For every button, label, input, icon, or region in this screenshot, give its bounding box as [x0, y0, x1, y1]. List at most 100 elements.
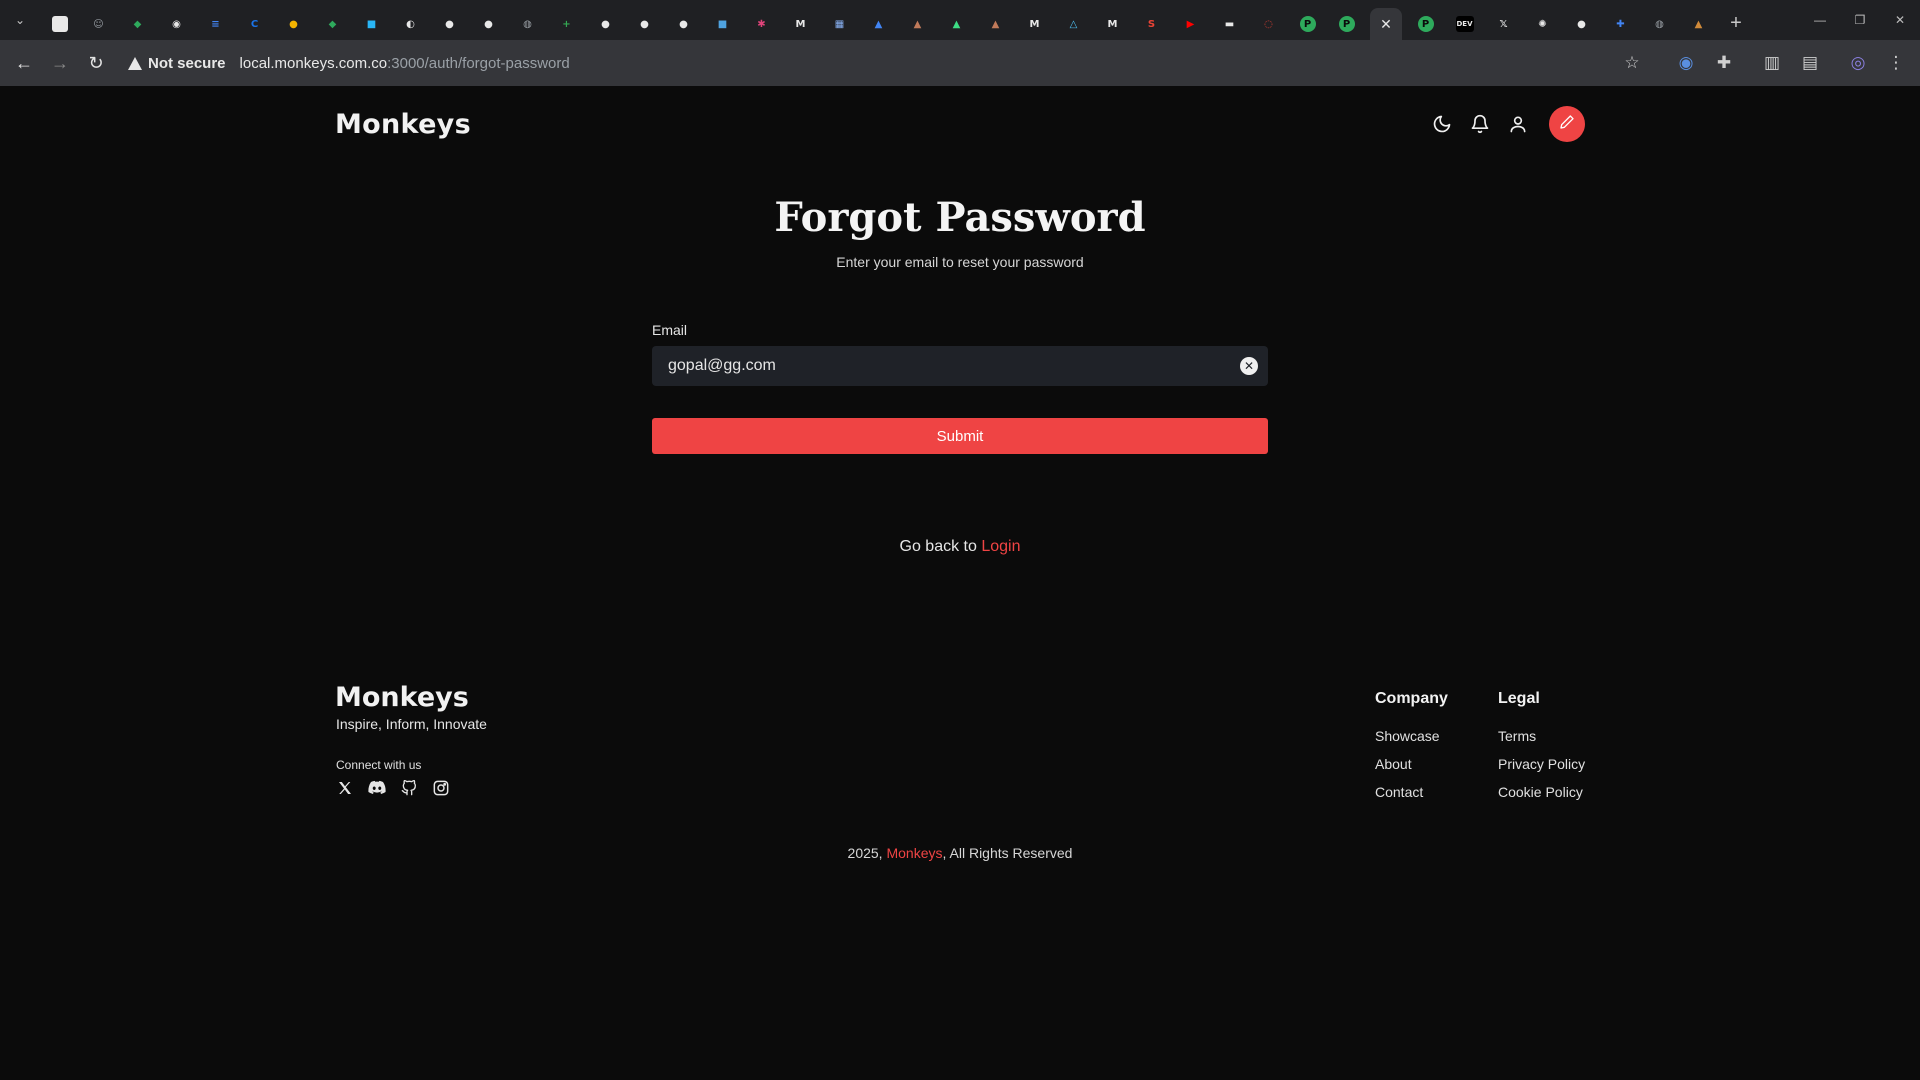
- go-back-prefix: Go back to: [899, 538, 977, 555]
- footer-link-about[interactable]: About: [1375, 756, 1448, 772]
- browser-tab[interactable]: M: [1093, 8, 1132, 40]
- address-bar[interactable]: Not secure local.monkeys.com.co:3000/aut…: [128, 46, 1616, 80]
- back-icon[interactable]: ←: [6, 45, 42, 81]
- github-icon: ●: [640, 18, 649, 30]
- email-field[interactable]: [652, 346, 1268, 386]
- browser-tab[interactable]: ▲: [976, 8, 1015, 40]
- browser-tab[interactable]: ◍: [1640, 8, 1679, 40]
- footer-link-privacy[interactable]: Privacy Policy: [1498, 756, 1585, 772]
- browser-tab[interactable]: ◉: [157, 8, 196, 40]
- submit-button[interactable]: Submit: [652, 418, 1268, 454]
- browser-tab[interactable]: ●: [625, 8, 664, 40]
- clear-input-icon[interactable]: ✕: [1240, 357, 1258, 375]
- android-icon: ▲: [952, 18, 961, 30]
- reading-mode-icon[interactable]: ▥: [1756, 47, 1788, 79]
- browser-tab[interactable]: P: [1288, 8, 1327, 40]
- tab-search-dropdown-icon[interactable]: ⌄: [0, 0, 40, 40]
- browser-tab[interactable]: ◍: [508, 8, 547, 40]
- restore-icon[interactable]: ❐: [1840, 0, 1880, 40]
- x-icon: 𝕏: [1499, 18, 1508, 30]
- browser-tab[interactable]: ●: [469, 8, 508, 40]
- copyright-suffix: , All Rights Reserved: [942, 845, 1073, 861]
- bookmark-star-icon[interactable]: ☆: [1616, 47, 1648, 79]
- x-twitter-icon[interactable]: [335, 778, 355, 798]
- browser-tab[interactable]: ●: [664, 8, 703, 40]
- instagram-icon[interactable]: [431, 778, 451, 798]
- browser-tab[interactable]: ◐: [391, 8, 430, 40]
- legal-heading: Legal: [1498, 690, 1540, 707]
- browser-tab[interactable]: DEV: [1445, 8, 1484, 40]
- browser-tab[interactable]: [40, 8, 79, 40]
- user-icon[interactable]: [1505, 111, 1531, 137]
- browser-tab[interactable]: ◆: [313, 8, 352, 40]
- bell-icon[interactable]: [1467, 111, 1493, 137]
- browser-tab[interactable]: ✱: [742, 8, 781, 40]
- browser-tab[interactable]: ▶: [1171, 8, 1210, 40]
- browser-tab[interactable]: ■: [352, 8, 391, 40]
- footer-link-cookie[interactable]: Cookie Policy: [1498, 784, 1585, 800]
- url-text[interactable]: local.monkeys.com.co:3000/auth/forgot-pa…: [240, 55, 570, 72]
- browser-tab[interactable]: △: [1054, 8, 1093, 40]
- extensions-puzzle-icon[interactable]: ✚: [1708, 47, 1740, 79]
- browser-tab[interactable]: 𝕏: [1484, 8, 1523, 40]
- active-tab[interactable]: ✕: [1370, 8, 1402, 40]
- discord-icon[interactable]: [367, 778, 387, 798]
- browser-tab[interactable]: ≡: [196, 8, 235, 40]
- browser-tab[interactable]: M: [781, 8, 820, 40]
- login-link[interactable]: Login: [981, 538, 1020, 555]
- browser-tab[interactable]: C: [235, 8, 274, 40]
- forgot-password-form: Email ✕ Submit: [652, 322, 1268, 454]
- footer-link-showcase[interactable]: Showcase: [1375, 728, 1448, 744]
- browser-tab[interactable]: ▬: [1210, 8, 1249, 40]
- browser-tab[interactable]: ▲: [937, 8, 976, 40]
- browser-tab[interactable]: ●: [430, 8, 469, 40]
- security-indicator[interactable]: Not secure: [128, 55, 226, 72]
- toolbar-actions: ☆ ◉ ✚ ▥ ▤ ◎ ⋮: [1616, 47, 1912, 79]
- chat-blue-icon: ■: [366, 18, 377, 30]
- moon-icon[interactable]: [1429, 111, 1455, 137]
- browser-tab[interactable]: ◆: [118, 8, 157, 40]
- extension-icon[interactable]: ◉: [1670, 47, 1702, 79]
- copyright-brand-link[interactable]: Monkeys: [886, 845, 942, 861]
- close-tab-icon[interactable]: ✕: [1380, 16, 1392, 33]
- close-window-icon[interactable]: ✕: [1880, 0, 1920, 40]
- browser-tab[interactable]: ✺: [1523, 8, 1562, 40]
- new-tab-button[interactable]: +: [1718, 7, 1754, 39]
- profile-icon[interactable]: ◎: [1842, 47, 1874, 79]
- bug-icon: ✱: [757, 18, 766, 30]
- site-logo[interactable]: Monkeys: [335, 109, 471, 140]
- browser-tab[interactable]: ✚: [1601, 8, 1640, 40]
- browser-tab[interactable]: ▲: [1679, 8, 1718, 40]
- side-panel-icon[interactable]: ▤: [1794, 47, 1826, 79]
- browser-tab[interactable]: ●: [1562, 8, 1601, 40]
- github-icon[interactable]: [399, 778, 419, 798]
- menu-kebab-icon[interactable]: ⋮: [1880, 47, 1912, 79]
- browser-tab[interactable]: S: [1132, 8, 1171, 40]
- minimize-icon[interactable]: —: [1800, 0, 1840, 40]
- globe-icon: ◍: [523, 18, 532, 30]
- reload-icon[interactable]: ↻: [78, 45, 114, 81]
- browser-tab[interactable]: ☺: [79, 8, 118, 40]
- browser-tab[interactable]: ●: [274, 8, 313, 40]
- copyright-prefix: 2025,: [847, 845, 883, 861]
- browser-tab[interactable]: ▦: [820, 8, 859, 40]
- browser-tab[interactable]: ▲: [898, 8, 937, 40]
- browser-tab[interactable]: ■: [703, 8, 742, 40]
- forward-icon[interactable]: →: [42, 45, 78, 81]
- browser-tab[interactable]: ◌: [1249, 8, 1288, 40]
- footer-logo[interactable]: Monkeys: [335, 682, 469, 713]
- browser-tab[interactable]: ▲: [859, 8, 898, 40]
- browser-tab[interactable]: P: [1327, 8, 1366, 40]
- grid-icon: ▦: [834, 18, 845, 30]
- browser-tab-strip: ⌄ ☺ ◆ ◉ ≡ C ● ◆ ■ ◐ ● ● ◍ + ● ● ● ■ ✱ M ▦ ▲ ▲ ▲ ▲ M △ M S ▶ ▬ ◌ P P ✕ P DEV…: [0, 0, 1920, 40]
- email-field-wrapper: ✕: [652, 346, 1268, 386]
- download-icon: ▲: [874, 18, 883, 30]
- browser-tab[interactable]: P: [1406, 8, 1445, 40]
- write-button[interactable]: [1549, 106, 1585, 142]
- footer-link-terms[interactable]: Terms: [1498, 728, 1585, 744]
- openai-icon: ✺: [1538, 18, 1547, 30]
- browser-tab[interactable]: ●: [586, 8, 625, 40]
- footer-link-contact[interactable]: Contact: [1375, 784, 1448, 800]
- browser-tab[interactable]: M: [1015, 8, 1054, 40]
- browser-tab[interactable]: +: [547, 8, 586, 40]
